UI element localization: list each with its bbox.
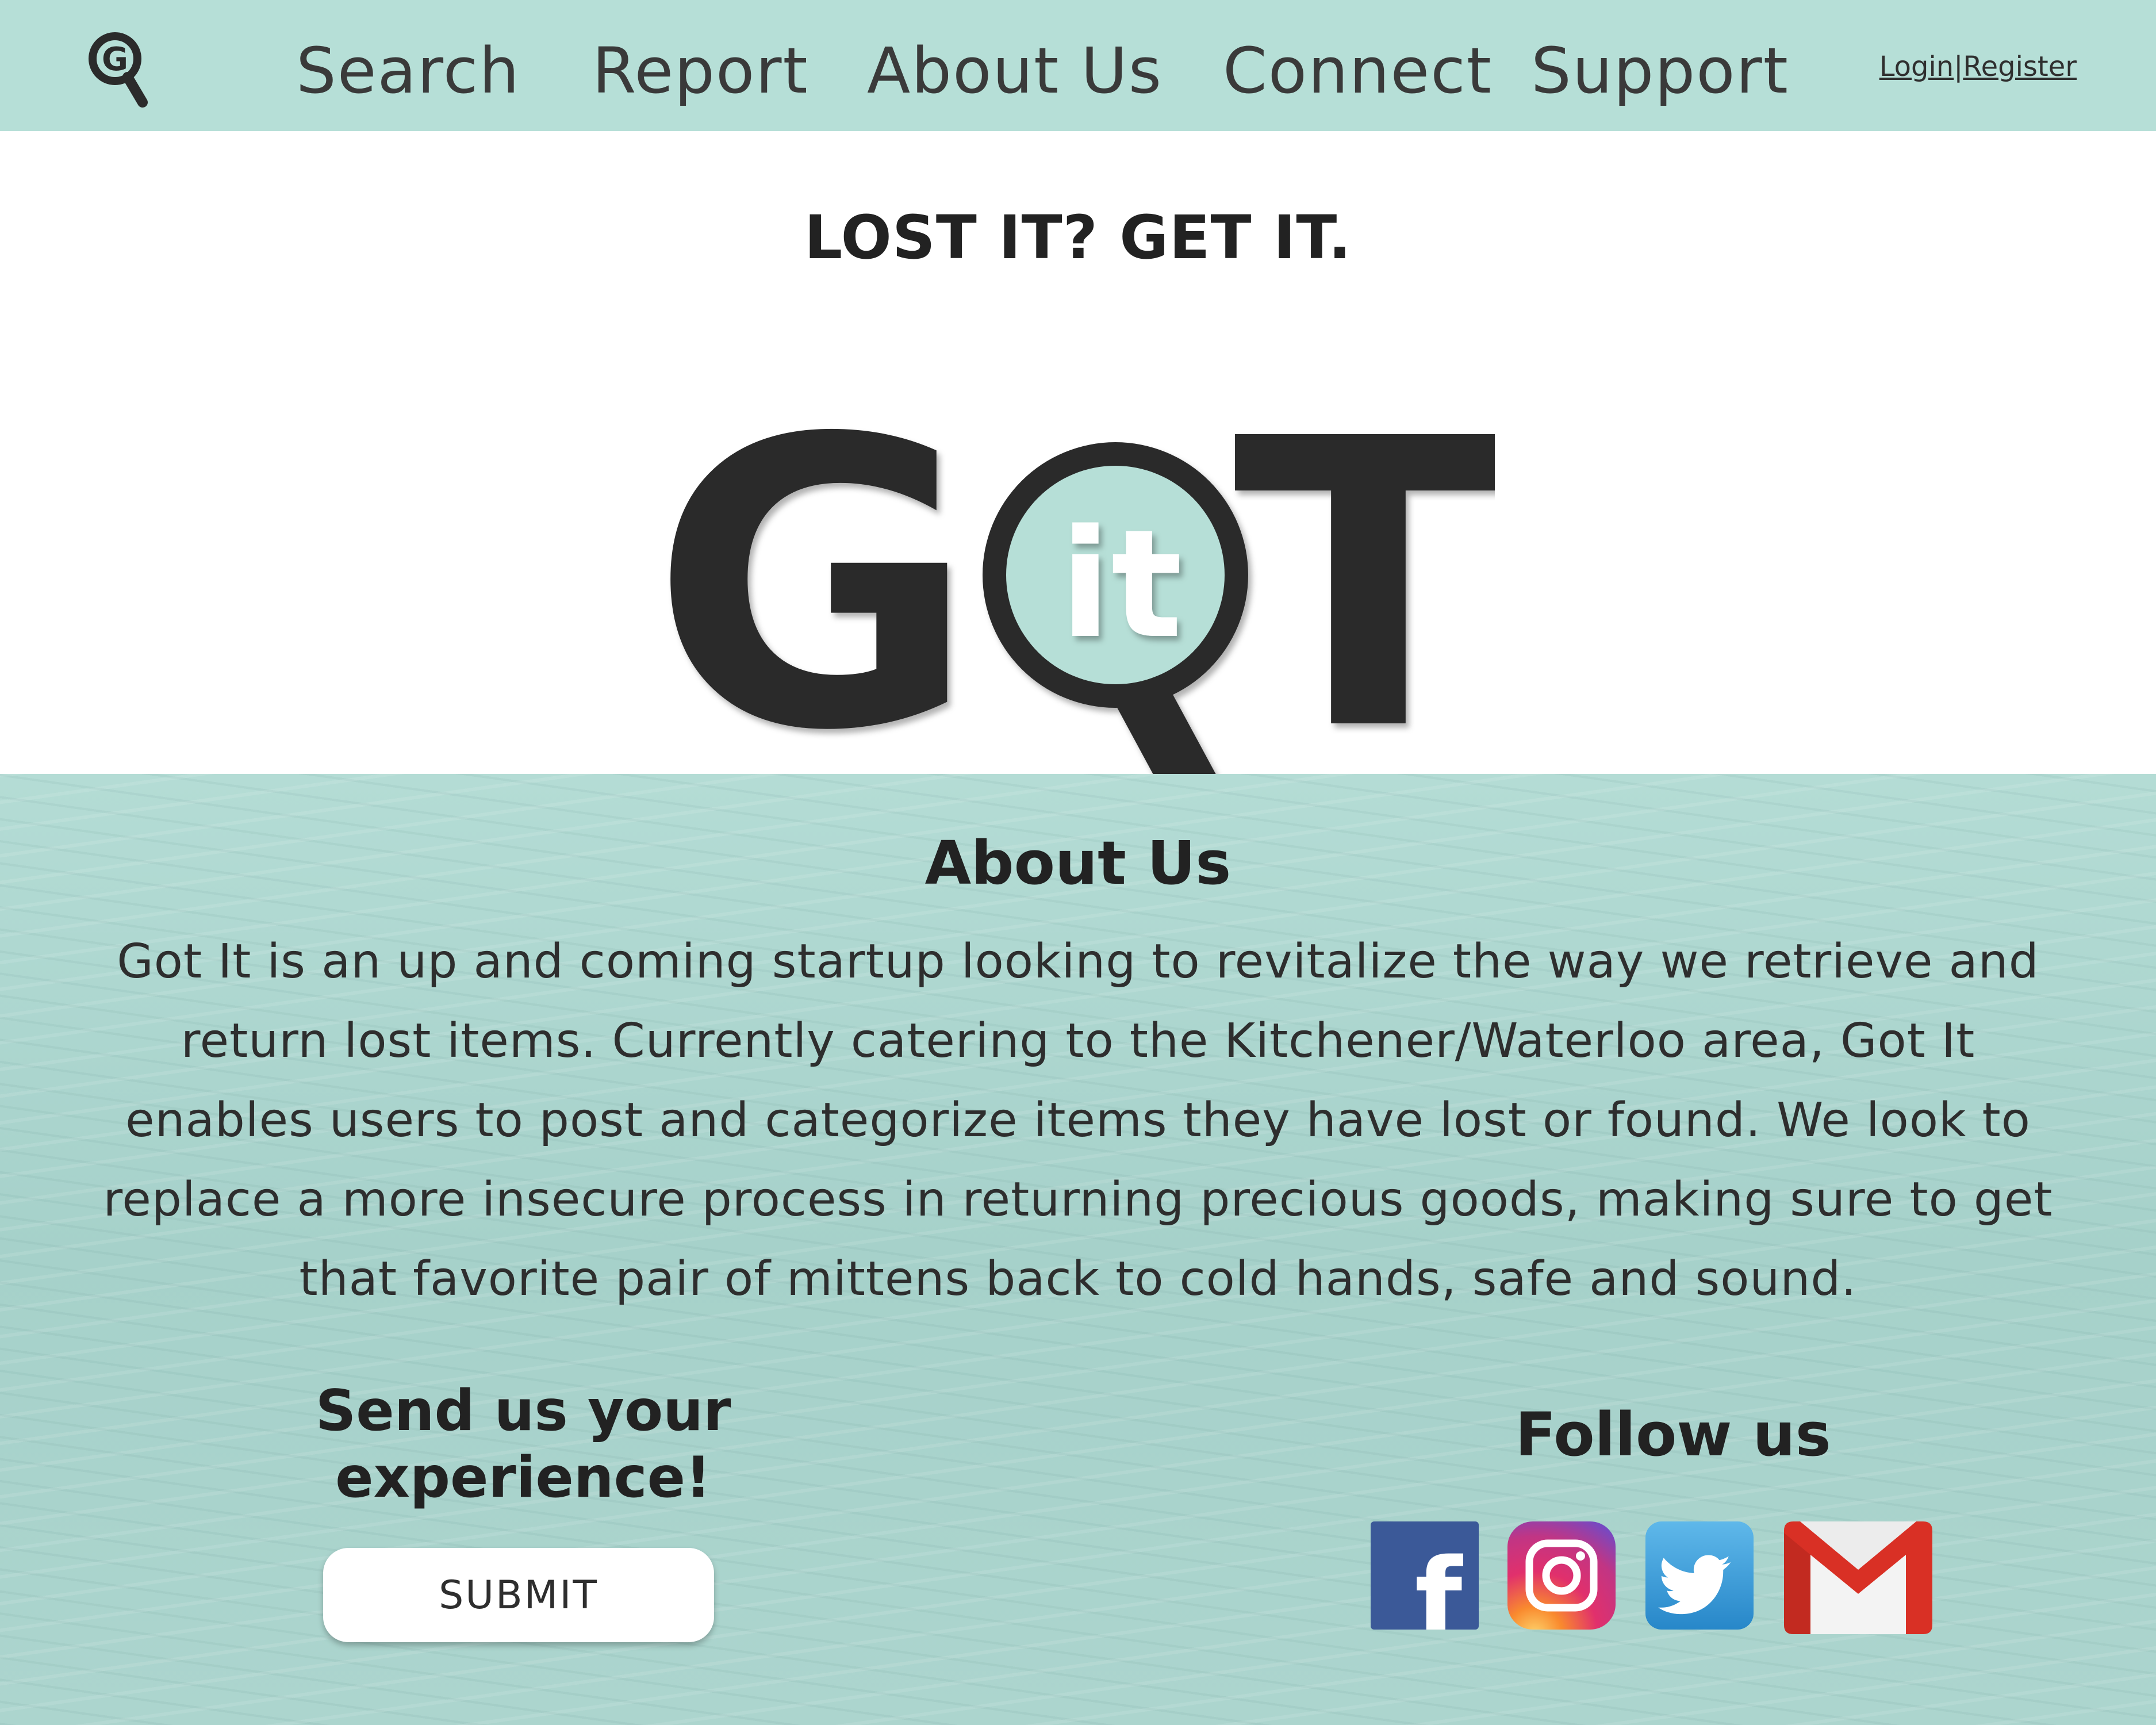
nav-link-about-us[interactable]: About Us (867, 33, 1163, 108)
top-nav-bar: G Search Report About Us Connect Support… (0, 0, 2156, 131)
feedback-title-line2: experience! (335, 1445, 711, 1511)
auth-separator: | (1954, 51, 1963, 83)
nav-link-support[interactable]: Support (1531, 33, 1789, 108)
submit-button[interactable]: SUBMIT (323, 1548, 714, 1642)
logo-letter-g: G (661, 355, 976, 817)
facebook-letter: f (1415, 1535, 1464, 1630)
gmail-icon[interactable] (1784, 1521, 1932, 1634)
about-title: About Us (924, 828, 1232, 898)
auth-links: Login|Register (1879, 49, 2077, 84)
about-section: About Us Got It is an up and coming star… (0, 774, 2156, 1725)
follow-title: Follow us (1515, 1400, 1831, 1470)
logo-lens-text: it (1060, 498, 1182, 672)
logo-letter-t: T (1233, 355, 1495, 817)
login-link[interactable]: Login (1879, 51, 1954, 83)
feedback-title: Send us your experience! (247, 1378, 799, 1511)
hero-tagline: LOST IT? GET IT. (804, 202, 1352, 273)
instagram-icon[interactable] (1507, 1521, 1616, 1630)
facebook-icon[interactable]: f (1371, 1521, 1479, 1630)
hero-section: LOST IT? GET IT. G it T (0, 131, 2156, 823)
nav-logo-letter: G (102, 41, 128, 78)
nav-logo-magnifier-icon[interactable]: G (86, 29, 153, 109)
got-it-logo: G it T (651, 275, 1506, 838)
feedback-title-line1: Send us your (315, 1378, 731, 1444)
about-body-text: Got It is an up and coming startup looki… (103, 934, 2053, 1306)
register-link[interactable]: Register (1963, 51, 2077, 83)
nav-link-report[interactable]: Report (592, 33, 809, 108)
twitter-icon[interactable] (1645, 1521, 1754, 1630)
nav-link-connect[interactable]: Connect (1223, 33, 1493, 108)
nav-link-search[interactable]: Search (296, 33, 520, 108)
